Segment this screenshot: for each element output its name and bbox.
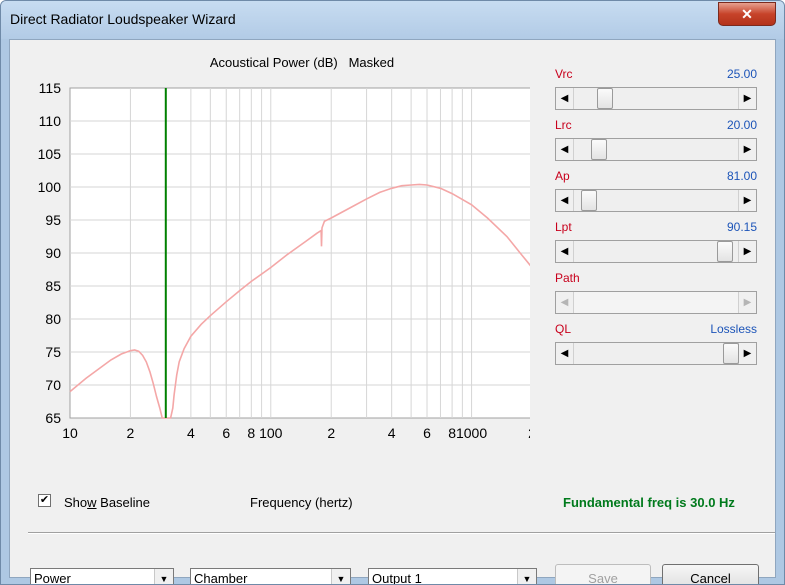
x-tick-label: 2 xyxy=(327,425,335,441)
close-button[interactable]: ✕ xyxy=(718,2,776,26)
scroll-left-icon[interactable]: ◀ xyxy=(556,292,574,313)
slider-value-lpt: 90.15 xyxy=(726,220,757,234)
y-tick-label: 65 xyxy=(45,410,61,426)
y-tick-label: 90 xyxy=(45,245,61,261)
x-tick-label: 4 xyxy=(388,425,396,441)
scroll-right-icon[interactable]: ▶ xyxy=(738,241,756,262)
y-tick-label: 100 xyxy=(38,179,62,195)
x-tick-label: 4 xyxy=(187,425,195,441)
x-tick-label: 2 xyxy=(127,425,135,441)
scroll-left-icon[interactable]: ◀ xyxy=(556,241,574,262)
y-tick-label: 85 xyxy=(45,278,61,294)
x-tick-label: 6 xyxy=(423,425,431,441)
slider-label-ql: QL xyxy=(555,322,572,336)
scroll-left-icon[interactable]: ◀ xyxy=(556,139,574,160)
title-bar[interactable]: Direct Radiator Loudspeaker Wizard ✕ xyxy=(1,1,784,39)
chevron-down-icon[interactable]: ▼ xyxy=(517,569,536,584)
dialog-window: Direct Radiator Loudspeaker Wizard ✕ 115… xyxy=(0,0,785,585)
scroll-left-icon[interactable]: ◀ xyxy=(556,190,574,211)
cancel-button[interactable]: Cancel xyxy=(662,564,759,584)
scroll-right-icon[interactable]: ▶ xyxy=(738,88,756,109)
slider-value-vrc: 25.00 xyxy=(726,67,757,81)
y-tick-label: 70 xyxy=(45,377,61,393)
x-tick-label: 10 xyxy=(62,425,78,441)
x-tick-label: 6 xyxy=(222,425,230,441)
scroll-left-icon[interactable]: ◀ xyxy=(556,343,574,364)
slider-ap[interactable]: ◀ ▶ xyxy=(555,189,757,212)
x-tick-label: 8 xyxy=(247,425,255,441)
separator-highlight xyxy=(28,533,775,534)
y-tick-label: 115 xyxy=(39,80,62,96)
slider-label-lpt: Lpt xyxy=(555,220,572,234)
chevron-down-icon[interactable]: ▼ xyxy=(154,569,173,584)
slider-thumb[interactable] xyxy=(580,190,597,211)
fundamental-frequency-text: Fundamental freq is 30.0 Hz xyxy=(563,495,735,510)
slider-lrc[interactable]: ◀ ▶ xyxy=(555,138,757,161)
slider-label-path: Path xyxy=(555,271,580,285)
y-tick-label: 95 xyxy=(45,212,61,228)
scroll-right-icon[interactable]: ▶ xyxy=(738,190,756,211)
chart-title: Acoustical Power (dB) Masked xyxy=(210,55,394,70)
slider-value-lrc: 20.00 xyxy=(726,118,757,132)
slider-thumb[interactable] xyxy=(723,343,739,364)
scroll-right-icon[interactable]: ▶ xyxy=(738,343,756,364)
y-tick-label: 110 xyxy=(39,113,62,129)
x-tick-label: 100 xyxy=(259,425,283,441)
y-tick-label: 75 xyxy=(45,344,61,360)
slider-thumb[interactable] xyxy=(591,139,607,160)
slider-thumb[interactable] xyxy=(597,88,613,109)
chevron-down-icon[interactable]: ▼ xyxy=(331,569,350,584)
show-baseline-checkbox[interactable]: ✔ xyxy=(38,494,51,507)
slider-label-lrc: Lrc xyxy=(555,118,572,132)
slider-path[interactable]: ◀ ▶ xyxy=(555,291,757,314)
scroll-left-icon[interactable]: ◀ xyxy=(556,88,574,109)
slider-value-ap: 81.00 xyxy=(726,169,757,183)
checkmark-icon: ✔ xyxy=(39,494,50,506)
slider-ql[interactable]: ◀ ▶ xyxy=(555,342,757,365)
mode-select[interactable]: Power ▼ xyxy=(30,568,174,584)
slider-label-ap: Ap xyxy=(555,169,570,183)
acoustical-power-chart: 1151101051009590858075706510 2 4 6 8 100 2 4 6 8 1… xyxy=(38,55,530,441)
slider-lpt[interactable]: ◀ ▶ xyxy=(555,240,757,263)
y-tick-label: 80 xyxy=(45,311,61,327)
window-title: Direct Radiator Loudspeaker Wizard xyxy=(10,11,236,27)
output-select[interactable]: Output 1 ▼ xyxy=(368,568,537,584)
slider-value-ql: Lossless xyxy=(710,322,757,336)
slider-vrc[interactable]: ◀ ▶ xyxy=(555,87,757,110)
slider-label-vrc: Vrc xyxy=(555,67,573,81)
scroll-right-icon[interactable]: ▶ xyxy=(738,139,756,160)
x-tick-label: 2 xyxy=(528,425,530,441)
save-button[interactable]: Save xyxy=(555,564,651,584)
slider-thumb[interactable] xyxy=(717,241,733,262)
scroll-right-icon[interactable]: ▶ xyxy=(738,292,756,313)
type-select[interactable]: Chamber ▼ xyxy=(190,568,351,584)
x-tick-label: 1000 xyxy=(456,425,487,441)
show-baseline-label[interactable]: Show Baseline xyxy=(64,495,150,510)
dialog-client-area: 115 110 105 100 95 90 85 80 75 70 65 10 2 4 6 8 100 2 4 6 8 1… xyxy=(9,39,776,584)
y-tick-label: 105 xyxy=(38,146,62,162)
x-axis-label: Frequency (hertz) xyxy=(250,495,353,510)
close-icon: ✕ xyxy=(741,6,753,22)
